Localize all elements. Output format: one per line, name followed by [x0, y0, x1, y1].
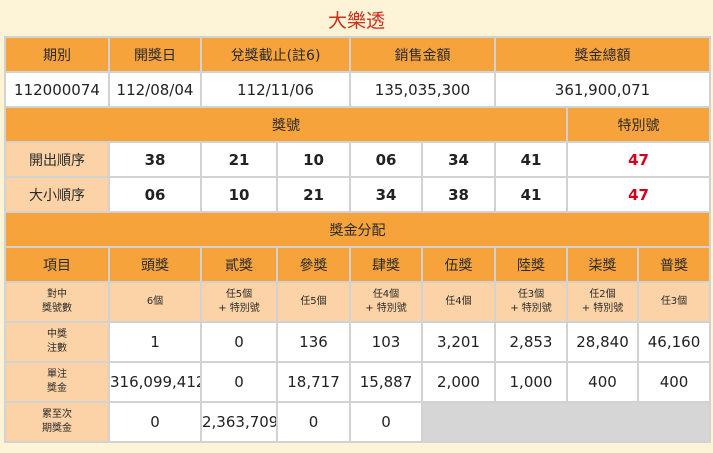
draw-order-number: 38 [108, 141, 202, 178]
header-claim-deadline: 兌獎截止(註6) [200, 36, 351, 73]
tier-header: 頭獎 [108, 246, 202, 283]
empty-cell [420, 401, 712, 443]
header-draw-date: 開獎日 [108, 36, 202, 73]
label-line: 期獎金 [42, 423, 72, 434]
carry-over-amount: 2,363,709 [200, 401, 278, 443]
draw-order-number: 21 [200, 141, 278, 178]
label-line: 獎號數 [42, 303, 72, 314]
carry-over-label: 累至次 期獎金 [4, 401, 110, 443]
match-condition: 任4個 + 特別號 [349, 281, 423, 323]
match-condition: 任3個 + 特別號 [494, 281, 568, 323]
claim-deadline-value: 112/11/06 [200, 71, 351, 108]
size-order-number: 21 [276, 176, 351, 213]
prize-per-ticket: 2,000 [421, 361, 496, 403]
prize-per-ticket: 0 [200, 361, 278, 403]
winners-count: 3,201 [421, 321, 496, 363]
match-condition: 任3個 [636, 281, 712, 323]
header-total-prize: 獎金總額 [493, 36, 712, 73]
tier-header: 普獎 [636, 246, 712, 283]
special-number: 47 [565, 141, 712, 178]
header-numbers: 獎號 [4, 106, 568, 143]
prize-per-ticket: 400 [636, 361, 712, 403]
condition-line: 任4個 [372, 289, 400, 300]
size-order-number: 38 [421, 176, 496, 213]
header-issue: 期別 [4, 36, 110, 73]
size-order-label: 大小順序 [4, 176, 110, 213]
match-condition: 任5個 + 特別號 [200, 281, 278, 323]
match-condition: 任5個 [276, 281, 351, 323]
condition-line: 任3個 [660, 296, 688, 307]
winners-count: 1 [108, 321, 202, 363]
header-sales: 銷售金額 [349, 36, 496, 73]
winners-count: 103 [349, 321, 423, 363]
prize-per-ticket: 15,887 [349, 361, 423, 403]
match-condition: 任4個 [421, 281, 496, 323]
match-condition: 6個 [108, 281, 202, 323]
winners-count: 2,853 [494, 321, 568, 363]
condition-line: 任2個 [589, 289, 616, 300]
winners-count: 46,160 [636, 321, 712, 363]
carry-over-amount: 0 [276, 401, 351, 443]
lottery-results-table: 期別 開獎日 兌獎截止(註6) 銷售金額 獎金總額 112000074 112/… [3, 36, 712, 443]
winners-count: 28,840 [566, 321, 639, 363]
sales-value: 135,035,300 [349, 71, 496, 108]
condition-line: + 特別號 [218, 303, 260, 314]
draw-order-number: 34 [421, 141, 496, 178]
size-order-number: 34 [349, 176, 423, 213]
condition-line: 6個 [146, 296, 164, 307]
tier-header: 貳獎 [200, 246, 278, 283]
prize-per-ticket: 1,000 [494, 361, 568, 403]
issue-value: 112000074 [4, 71, 110, 108]
header-prize-distribution: 獎金分配 [3, 211, 712, 248]
tier-header: 肆獎 [349, 246, 423, 283]
match-count-label: 對中 獎號數 [4, 281, 110, 323]
size-order-number: 41 [494, 176, 568, 213]
tier-header: 陸獎 [494, 246, 568, 283]
draw-order-number: 10 [276, 141, 351, 178]
match-condition: 任2個 + 特別號 [566, 281, 639, 323]
size-order-number: 10 [200, 176, 278, 213]
condition-line: 任3個 [517, 289, 545, 300]
header-special-number: 特別號 [565, 106, 712, 143]
carry-over-amount: 0 [349, 401, 423, 443]
prize-per-ticket: 316,099,412 [108, 361, 202, 403]
page-title: 大樂透 [327, 10, 385, 32]
condition-line: 任5個 [225, 289, 253, 300]
prize-per-ticket: 18,717 [276, 361, 351, 403]
condition-line: 任5個 [300, 296, 327, 307]
special-number: 47 [565, 176, 712, 213]
prize-per-ticket: 400 [566, 361, 639, 403]
condition-line: + 特別號 [365, 303, 407, 314]
winners-label: 中獎 注數 [4, 321, 110, 363]
draw-order-number: 06 [349, 141, 423, 178]
draw-order-number: 41 [494, 141, 568, 178]
carry-over-amount: 0 [108, 401, 202, 443]
label-line: 對中 [47, 289, 67, 300]
condition-line: + 特別號 [510, 303, 552, 314]
label-line: 注數 [47, 343, 67, 354]
draw-order-label: 開出順序 [4, 141, 110, 178]
tier-header: 伍獎 [421, 246, 496, 283]
header-item: 項目 [4, 246, 110, 283]
winners-count: 0 [200, 321, 278, 363]
tier-header: 參獎 [276, 246, 351, 283]
label-line: 累至次 [42, 409, 72, 420]
winners-count: 136 [276, 321, 351, 363]
condition-line: 任4個 [445, 296, 472, 307]
total-prize-value: 361,900,071 [493, 71, 712, 108]
tier-header: 柒獎 [566, 246, 639, 283]
prize-per-ticket-label: 單注 獎金 [4, 361, 110, 403]
draw-date-value: 112/08/04 [108, 71, 202, 108]
size-order-number: 06 [108, 176, 202, 213]
label-line: 單注 [47, 369, 67, 380]
condition-line: + 特別號 [581, 303, 624, 314]
label-line: 中獎 [47, 329, 67, 340]
label-line: 獎金 [47, 383, 67, 394]
